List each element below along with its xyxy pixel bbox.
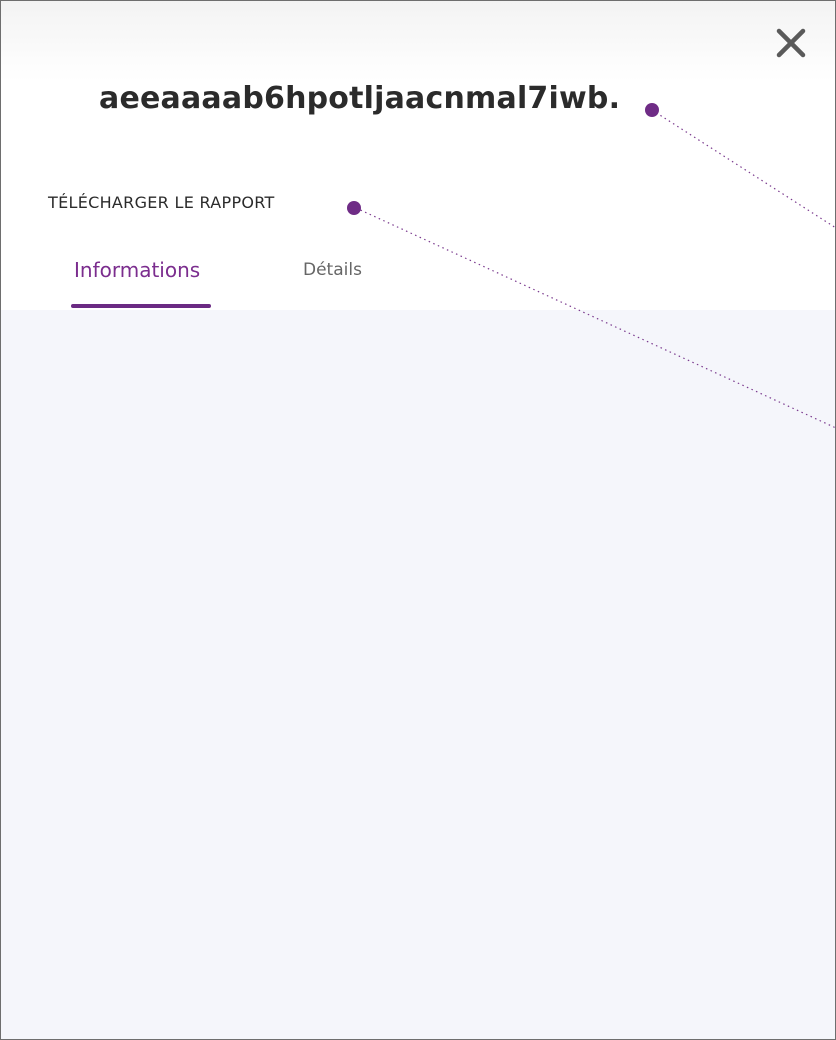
- active-tab-indicator: [71, 304, 211, 308]
- close-icon: [776, 28, 806, 58]
- tab-informations[interactable]: Informations: [74, 258, 200, 282]
- panel-title: aeeaaaab6hpotljaacnmal7iwb.: [99, 81, 621, 116]
- tab-details[interactable]: Détails: [303, 260, 362, 280]
- tab-content-area: [1, 310, 835, 1039]
- annotation-dot-title: [645, 103, 659, 117]
- details-panel: aeeaaaab6hpotljaacnmal7iwb. TÉLÉCHARGER …: [0, 0, 836, 1040]
- close-button[interactable]: [771, 23, 811, 63]
- download-report-link[interactable]: TÉLÉCHARGER LE RAPPORT: [48, 193, 275, 212]
- annotation-dot-download: [347, 201, 361, 215]
